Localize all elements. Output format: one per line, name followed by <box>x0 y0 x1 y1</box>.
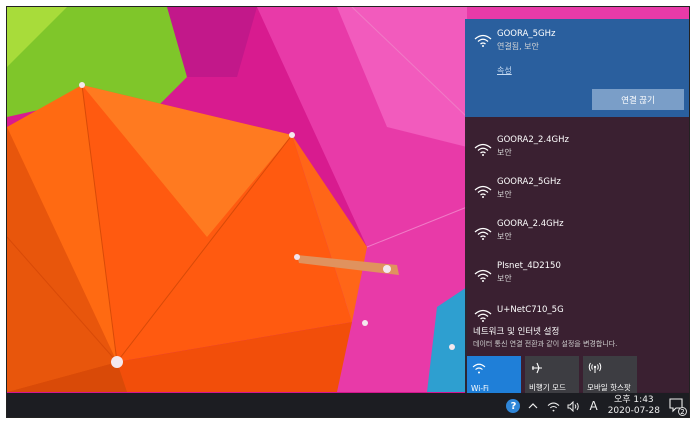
network-ssid: GOORA_2.4GHz <box>497 219 564 229</box>
notification-center-icon[interactable]: 2 <box>668 397 687 416</box>
clock[interactable]: 오후 1:43 2020-07-28 <box>608 395 660 417</box>
wifi-icon <box>472 363 486 374</box>
wifi-signal-icon <box>474 34 492 47</box>
desktop-screen: GOORA_5GHz 연결됨, 보안 속성 연결 끊기 GOORA2_2.4GH… <box>6 6 690 418</box>
network-status: 보안 <box>497 232 512 241</box>
wifi-signal-icon <box>474 227 492 240</box>
network-item-goora2-5[interactable]: GOORA2_5GHz 보안 <box>465 173 689 215</box>
network-settings-description: 데이터 통신 연결 전환과 같이 설정을 변경합니다. <box>473 340 618 348</box>
help-glyph: ? <box>506 399 521 413</box>
network-item-unetc710[interactable]: U+NetC710_5G <box>465 297 689 322</box>
network-flyout: GOORA_5GHz 연결됨, 보안 속성 연결 끊기 GOORA2_2.4GH… <box>465 19 689 397</box>
wifi-signal-icon <box>474 143 492 156</box>
help-icon[interactable]: ? <box>506 399 521 413</box>
airplane-icon <box>532 362 542 374</box>
clock-date: 2020-07-28 <box>607 406 660 416</box>
network-ssid: GOORA2_2.4GHz <box>497 135 569 145</box>
network-ssid: GOORA2_5GHz <box>497 177 561 187</box>
hotspot-icon <box>588 362 602 373</box>
wifi-signal-icon <box>474 269 492 282</box>
network-ssid: PIsnet_4D2150 <box>497 261 561 271</box>
connected-ssid: GOORA_5GHz <box>497 29 556 39</box>
wifi-tray-icon[interactable] <box>546 399 560 413</box>
connected-status: 연결됨, 보안 <box>497 42 539 51</box>
network-status: 보안 <box>497 274 512 283</box>
network-item-goora2-24[interactable]: GOORA2_2.4GHz 보안 <box>465 131 689 173</box>
network-settings-link[interactable]: 네트워크 및 인터넷 설정 <box>473 325 559 337</box>
network-ssid: U+NetC710_5G <box>497 305 564 315</box>
clock-time: 오후 1:43 <box>614 395 654 405</box>
network-status: 보안 <box>497 148 512 157</box>
mobile-hotspot-tile[interactable]: 모바일 핫스팟 <box>583 356 637 397</box>
chevron-up-icon[interactable] <box>526 399 540 413</box>
wifi-signal-icon <box>474 309 492 322</box>
properties-link[interactable]: 속성 <box>497 65 512 76</box>
disconnect-button[interactable]: 연결 끊기 <box>592 89 684 110</box>
airplane-mode-tile[interactable]: 비행기 모드 <box>525 356 579 397</box>
network-status: 보안 <box>497 190 512 199</box>
airplane-tile-label: 비행기 모드 <box>529 383 566 392</box>
wifi-signal-icon <box>474 185 492 198</box>
network-item-pisnet[interactable]: PIsnet_4D2150 보안 <box>465 257 689 299</box>
wifi-tile-label: Wi-Fi <box>471 384 489 393</box>
input-method-indicator[interactable]: A <box>589 399 597 413</box>
system-tray: ? A 오후 1:43 2020-07-28 2 <box>503 393 689 417</box>
hotspot-tile-label: 모바일 핫스팟 <box>587 383 631 392</box>
wifi-toggle-tile[interactable]: Wi-Fi <box>467 356 521 397</box>
notification-count-badge: 2 <box>678 407 687 416</box>
network-item-goora-24[interactable]: GOORA_2.4GHz 보안 <box>465 215 689 257</box>
volume-icon[interactable] <box>566 399 580 413</box>
connected-network-card[interactable]: GOORA_5GHz 연결됨, 보안 속성 연결 끊기 <box>465 19 689 117</box>
taskbar: ? A 오후 1:43 2020-07-28 2 <box>7 393 689 417</box>
